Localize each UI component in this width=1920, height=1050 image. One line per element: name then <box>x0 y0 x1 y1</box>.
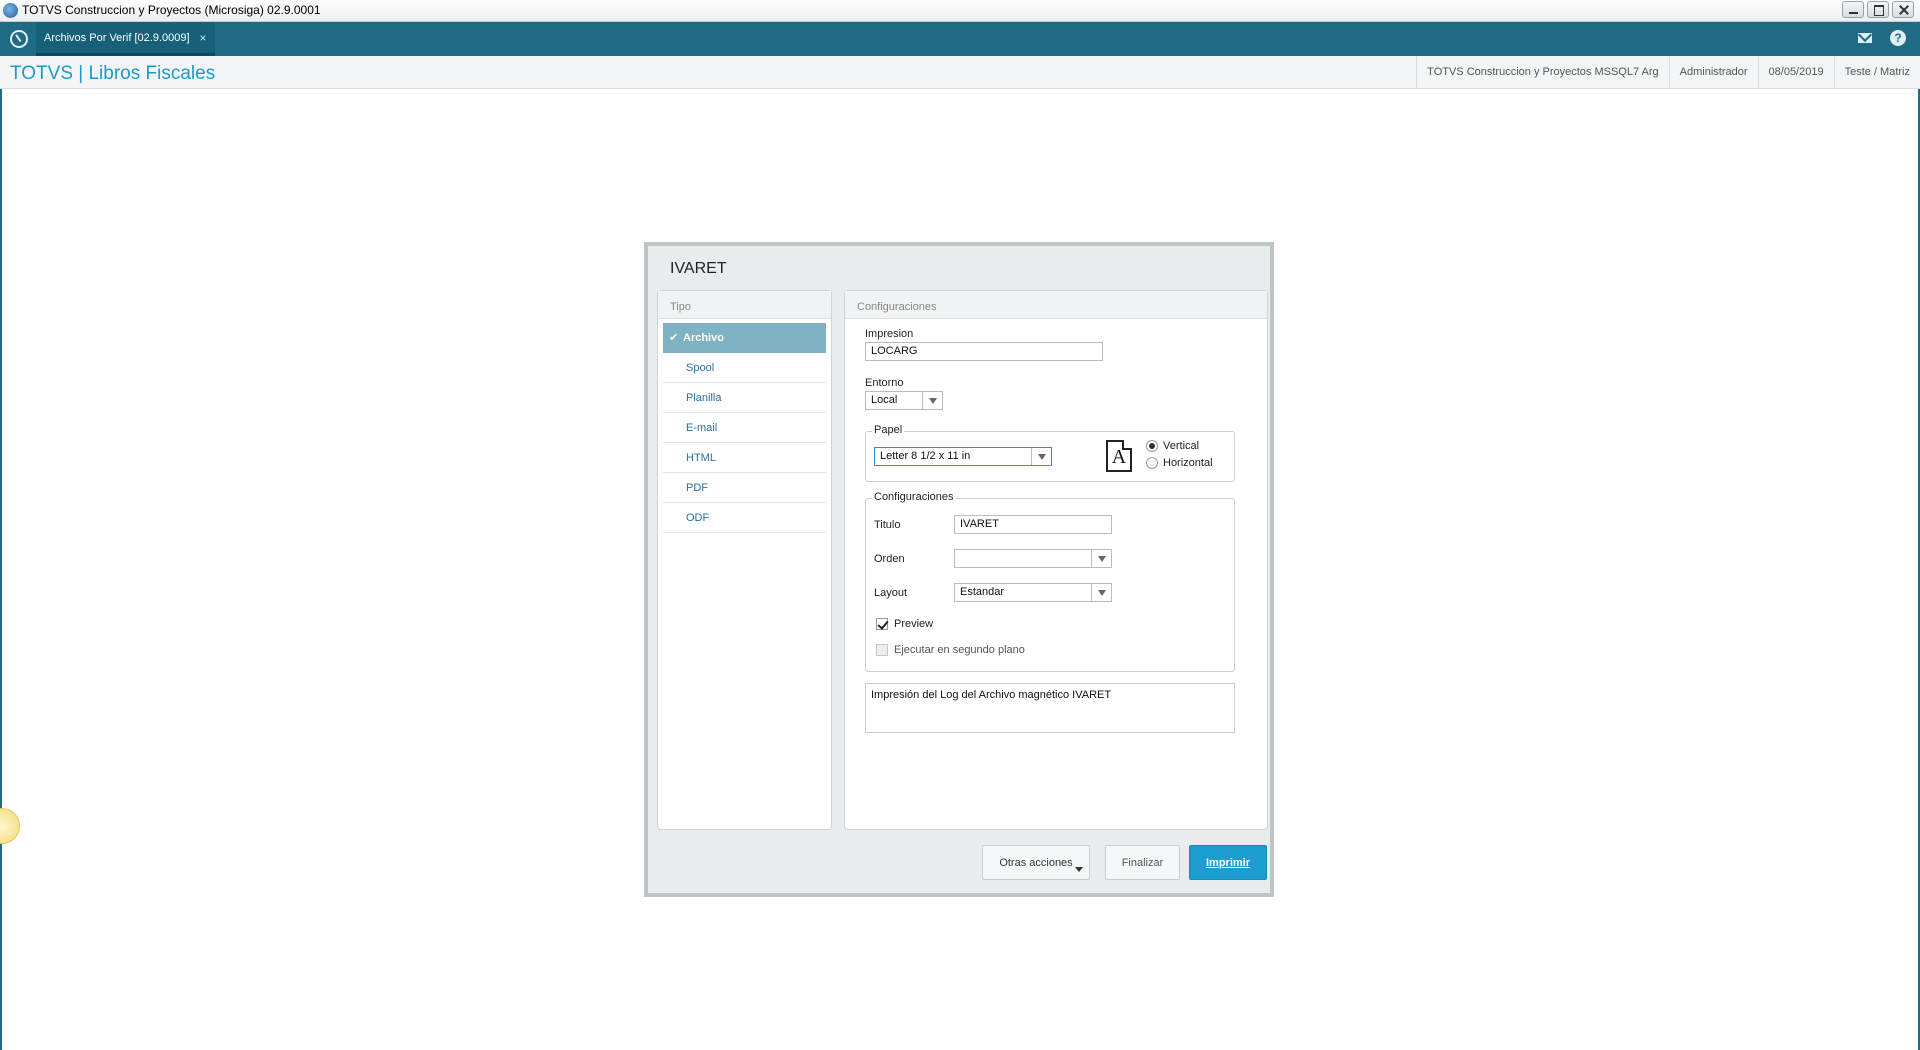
check-icon: ✔ <box>669 332 679 344</box>
papel-legend: Papel <box>872 424 905 436</box>
tipo-item-archivo[interactable]: ✔ Archivo <box>663 323 826 353</box>
side-handle[interactable] <box>0 808 20 844</box>
tipo-header: Tipo <box>658 291 831 319</box>
configuraciones-group: Configuraciones Titulo IVARET Orden Layo… <box>865 491 1235 672</box>
entorno-value: Local <box>871 394 898 406</box>
segundo-plano-checkbox[interactable] <box>876 644 888 656</box>
segundo-plano-label: Ejecutar en segundo plano <box>894 644 1025 656</box>
preview-label: Preview <box>894 618 934 630</box>
tipo-item-planilla[interactable]: Planilla <box>663 383 826 413</box>
restore-button[interactable] <box>1867 1 1889 18</box>
otras-acciones-label: Otras acciones <box>999 856 1073 869</box>
chevron-down-icon[interactable] <box>1091 584 1111 601</box>
imprimir-button[interactable]: Imprimir <box>1189 845 1267 880</box>
left-border <box>0 89 2 1050</box>
tab-label: Archivos Por Verif [02.9.0009] <box>44 31 190 44</box>
preview-checkbox-row[interactable]: Preview <box>876 618 933 630</box>
imprimir-label: Imprimir <box>1205 856 1250 869</box>
configuraciones-legend: Configuraciones <box>872 491 956 503</box>
date-label[interactable]: 08/05/2019 <box>1757 56 1834 89</box>
description-box: Impresión del Log del Archivo magnético … <box>865 683 1235 733</box>
module-title: TOTVS | Libros Fiscales <box>10 63 216 84</box>
chevron-down-icon[interactable] <box>922 392 942 409</box>
impresion-label: Impresion <box>865 328 914 340</box>
entorno-select[interactable]: Local <box>865 391 943 410</box>
titulo-input[interactable]: IVARET <box>954 515 1112 534</box>
branch-label[interactable]: Teste / Matriz <box>1833 56 1920 89</box>
mail-icon[interactable] <box>1858 33 1872 43</box>
tipo-item-pdf[interactable]: PDF <box>663 473 826 503</box>
company-label[interactable]: TOTVS Construccion y Proyectos MSSQL7 Ar… <box>1416 56 1669 89</box>
otras-acciones-button[interactable]: Otras acciones <box>982 845 1090 880</box>
window-titlebar: TOTVS Construccion y Proyectos (Microsig… <box>0 0 1920 22</box>
print-dialog: IVARET Tipo ✔ Archivo Spool Planilla E-ma… <box>644 242 1274 897</box>
horizontal-radio-row[interactable]: Horizontal <box>1146 457 1213 469</box>
layout-select[interactable]: Estandar <box>954 583 1112 602</box>
orden-select[interactable] <box>954 549 1112 568</box>
vertical-label: Vertical <box>1163 440 1200 452</box>
tipo-item-html[interactable]: HTML <box>663 443 826 473</box>
window-controls <box>1842 1 1914 18</box>
tipo-item-email[interactable]: E-mail <box>663 413 826 443</box>
papel-value: Letter 8 1/2 x 11 in <box>880 450 971 462</box>
vertical-radio-row[interactable]: Vertical <box>1146 440 1199 452</box>
dialog-title: IVARET <box>670 260 727 277</box>
horizontal-label: Horizontal <box>1163 457 1213 469</box>
caret-down-icon <box>1075 867 1083 872</box>
impresion-input[interactable]: LOCARG <box>865 342 1103 361</box>
app-logo-icon <box>3 3 18 18</box>
session-info: TOTVS Construccion y Proyectos MSSQL7 Ar… <box>1416 56 1920 89</box>
config-header: Configuraciones <box>845 291 1267 319</box>
titulo-label: Titulo <box>874 519 901 531</box>
segundo-plano-checkbox-row[interactable]: Ejecutar en segundo plano <box>876 644 1025 656</box>
vertical-radio[interactable] <box>1146 440 1158 452</box>
config-panel: Configuraciones Impresion LOCARG Entorno… <box>844 290 1268 830</box>
tipo-list: ✔ Archivo Spool Planilla E-mail HTML PDF … <box>658 319 831 537</box>
entorno-label: Entorno <box>865 377 904 389</box>
tab-archivos-por-verif[interactable]: Archivos Por Verif [02.9.0009] × <box>36 22 215 56</box>
app-tabbar: Archivos Por Verif [02.9.0009] × ? <box>0 22 1920 56</box>
orden-label: Orden <box>874 553 905 565</box>
papel-select[interactable]: Letter 8 1/2 x 11 in <box>874 447 1052 466</box>
tipo-item-spool[interactable]: Spool <box>663 353 826 383</box>
user-label[interactable]: Administrador <box>1668 56 1758 89</box>
layout-value: Estandar <box>960 586 1005 598</box>
window-title: TOTVS Construccion y Proyectos (Microsig… <box>22 3 321 17</box>
help-icon[interactable]: ? <box>1890 30 1906 46</box>
papel-group: Papel Letter 8 1/2 x 11 in A Vertical Ho… <box>865 424 1235 482</box>
chevron-down-icon[interactable] <box>1091 550 1111 567</box>
paper-orientation-icon: A <box>1106 440 1132 472</box>
finalizar-button[interactable]: Finalizar <box>1105 845 1180 880</box>
tipo-item-label: Archivo <box>683 332 724 344</box>
horizontal-radio[interactable] <box>1146 457 1158 469</box>
tab-close-icon[interactable]: × <box>200 31 207 45</box>
tipo-item-odf[interactable]: ODF <box>663 503 826 533</box>
close-window-button[interactable] <box>1892 1 1914 18</box>
totvs-menu-icon[interactable] <box>10 30 28 48</box>
tipo-panel: Tipo ✔ Archivo Spool Planilla E-mail HTML… <box>657 290 832 830</box>
preview-checkbox[interactable] <box>876 618 888 630</box>
module-header: TOTVS | Libros Fiscales TOTVS Construcci… <box>0 56 1920 89</box>
layout-label: Layout <box>874 587 908 599</box>
minimize-button[interactable] <box>1842 1 1864 18</box>
chevron-down-icon[interactable] <box>1031 448 1051 465</box>
